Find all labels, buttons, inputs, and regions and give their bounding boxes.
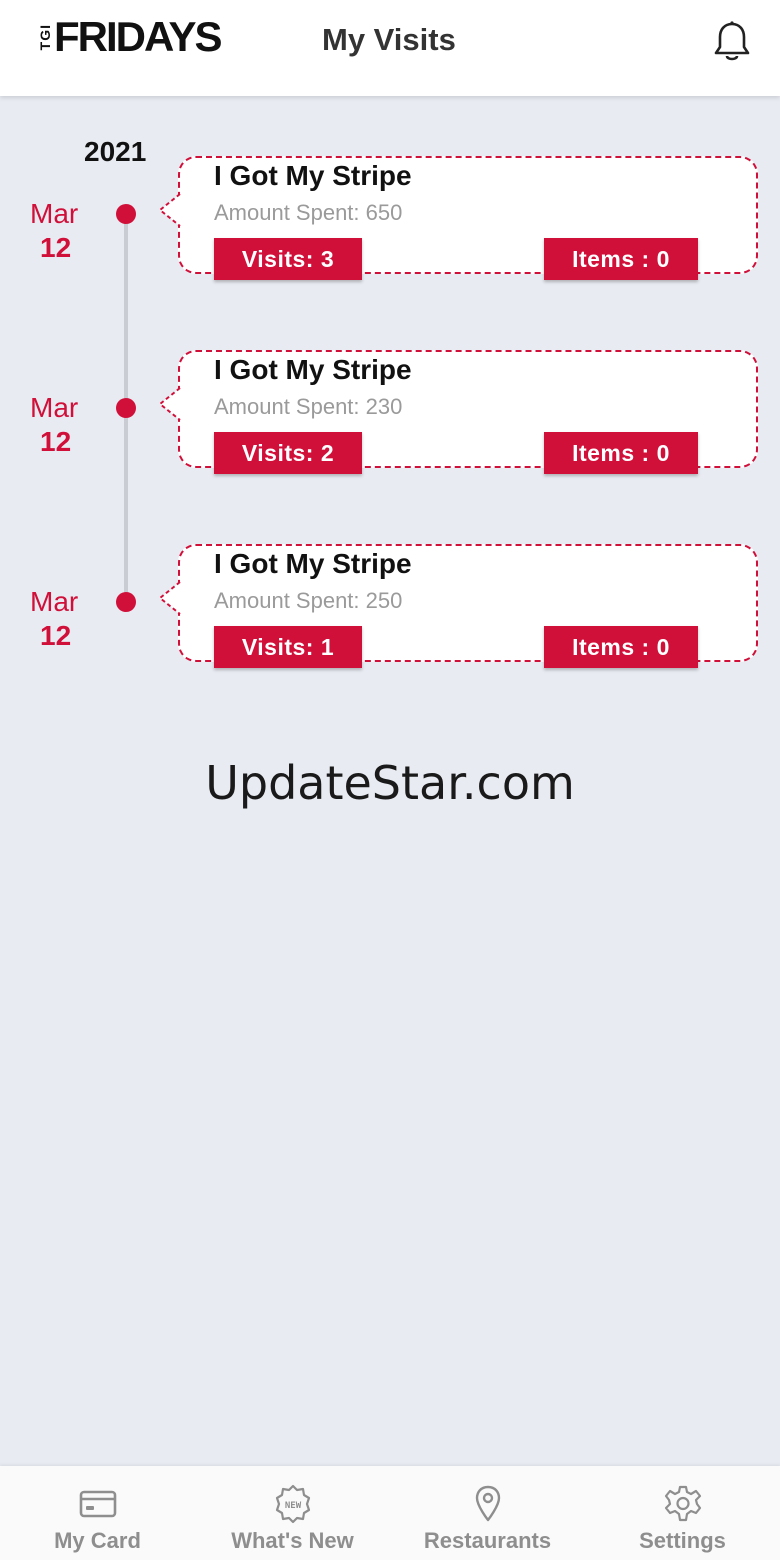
visit-amount: Amount Spent: 650 <box>214 200 403 225</box>
logo-prefix: TGI <box>37 23 53 51</box>
nav-item-restaurants[interactable]: Restaurants <box>390 1466 585 1560</box>
timeline-year: 2021 <box>84 136 147 167</box>
timeline-dot <box>116 204 136 224</box>
card-icon <box>79 1490 116 1518</box>
new-badge-icon: NEW <box>275 1484 310 1524</box>
visit-entry[interactable]: Mar 12 I Got My Stripe Amount Spent: 250… <box>0 544 780 736</box>
nav-item-settings[interactable]: Settings <box>585 1466 780 1560</box>
timeline-dot <box>116 398 136 418</box>
logo-main: FRIDAYS <box>54 13 222 60</box>
bottom-navigation: My Card NEW What's New Restaurants Setti… <box>0 1466 780 1560</box>
items-count-badge: Items : 0 <box>544 432 698 474</box>
svg-text:NEW: NEW <box>284 1501 301 1511</box>
visits-count-badge: Visits: 1 <box>214 626 362 668</box>
visit-month: Mar <box>30 198 79 229</box>
visit-day: 12 <box>40 232 72 263</box>
items-count-badge: Items : 0 <box>544 238 698 280</box>
bell-icon[interactable] <box>712 20 752 64</box>
location-pin-icon <box>475 1485 500 1522</box>
card-pointer <box>158 388 181 421</box>
card-pointer <box>158 194 181 227</box>
visit-entry[interactable]: Mar 12 I Got My Stripe Amount Spent: 650… <box>0 156 780 348</box>
visit-title: I Got My Stripe <box>214 354 412 385</box>
visit-amount: Amount Spent: 230 <box>214 394 403 419</box>
visits-count-badge: Visits: 3 <box>214 238 362 280</box>
timeline-dot <box>116 592 136 612</box>
visit-entry[interactable]: Mar 12 I Got My Stripe Amount Spent: 230… <box>0 350 780 542</box>
nav-label: Settings <box>639 1528 726 1553</box>
watermark-text: UpdateStar.com <box>205 756 575 810</box>
visit-day: 12 <box>40 620 72 651</box>
visit-title: I Got My Stripe <box>214 548 412 579</box>
card-pointer <box>158 582 181 615</box>
gear-icon <box>664 1485 701 1522</box>
visit-month: Mar <box>30 586 79 617</box>
nav-item-my-card[interactable]: My Card <box>0 1466 195 1560</box>
visits-count-badge: Visits: 2 <box>214 432 362 474</box>
visit-day: 12 <box>40 426 72 457</box>
page-title: My Visits <box>322 22 456 57</box>
nav-item-whats-new[interactable]: NEW What's New <box>195 1466 390 1560</box>
nav-label: Restaurants <box>423 1528 552 1553</box>
visit-title: I Got My Stripe <box>214 160 412 191</box>
app-header: TGI FRIDAYS My Visits <box>0 0 780 96</box>
nav-label: What's New <box>231 1528 354 1553</box>
tgi-fridays-logo: TGI FRIDAYS <box>37 13 222 60</box>
visit-month: Mar <box>30 392 79 423</box>
nav-label: My Card <box>54 1528 141 1553</box>
items-count-badge: Items : 0 <box>544 626 698 668</box>
visit-amount: Amount Spent: 250 <box>214 588 403 613</box>
